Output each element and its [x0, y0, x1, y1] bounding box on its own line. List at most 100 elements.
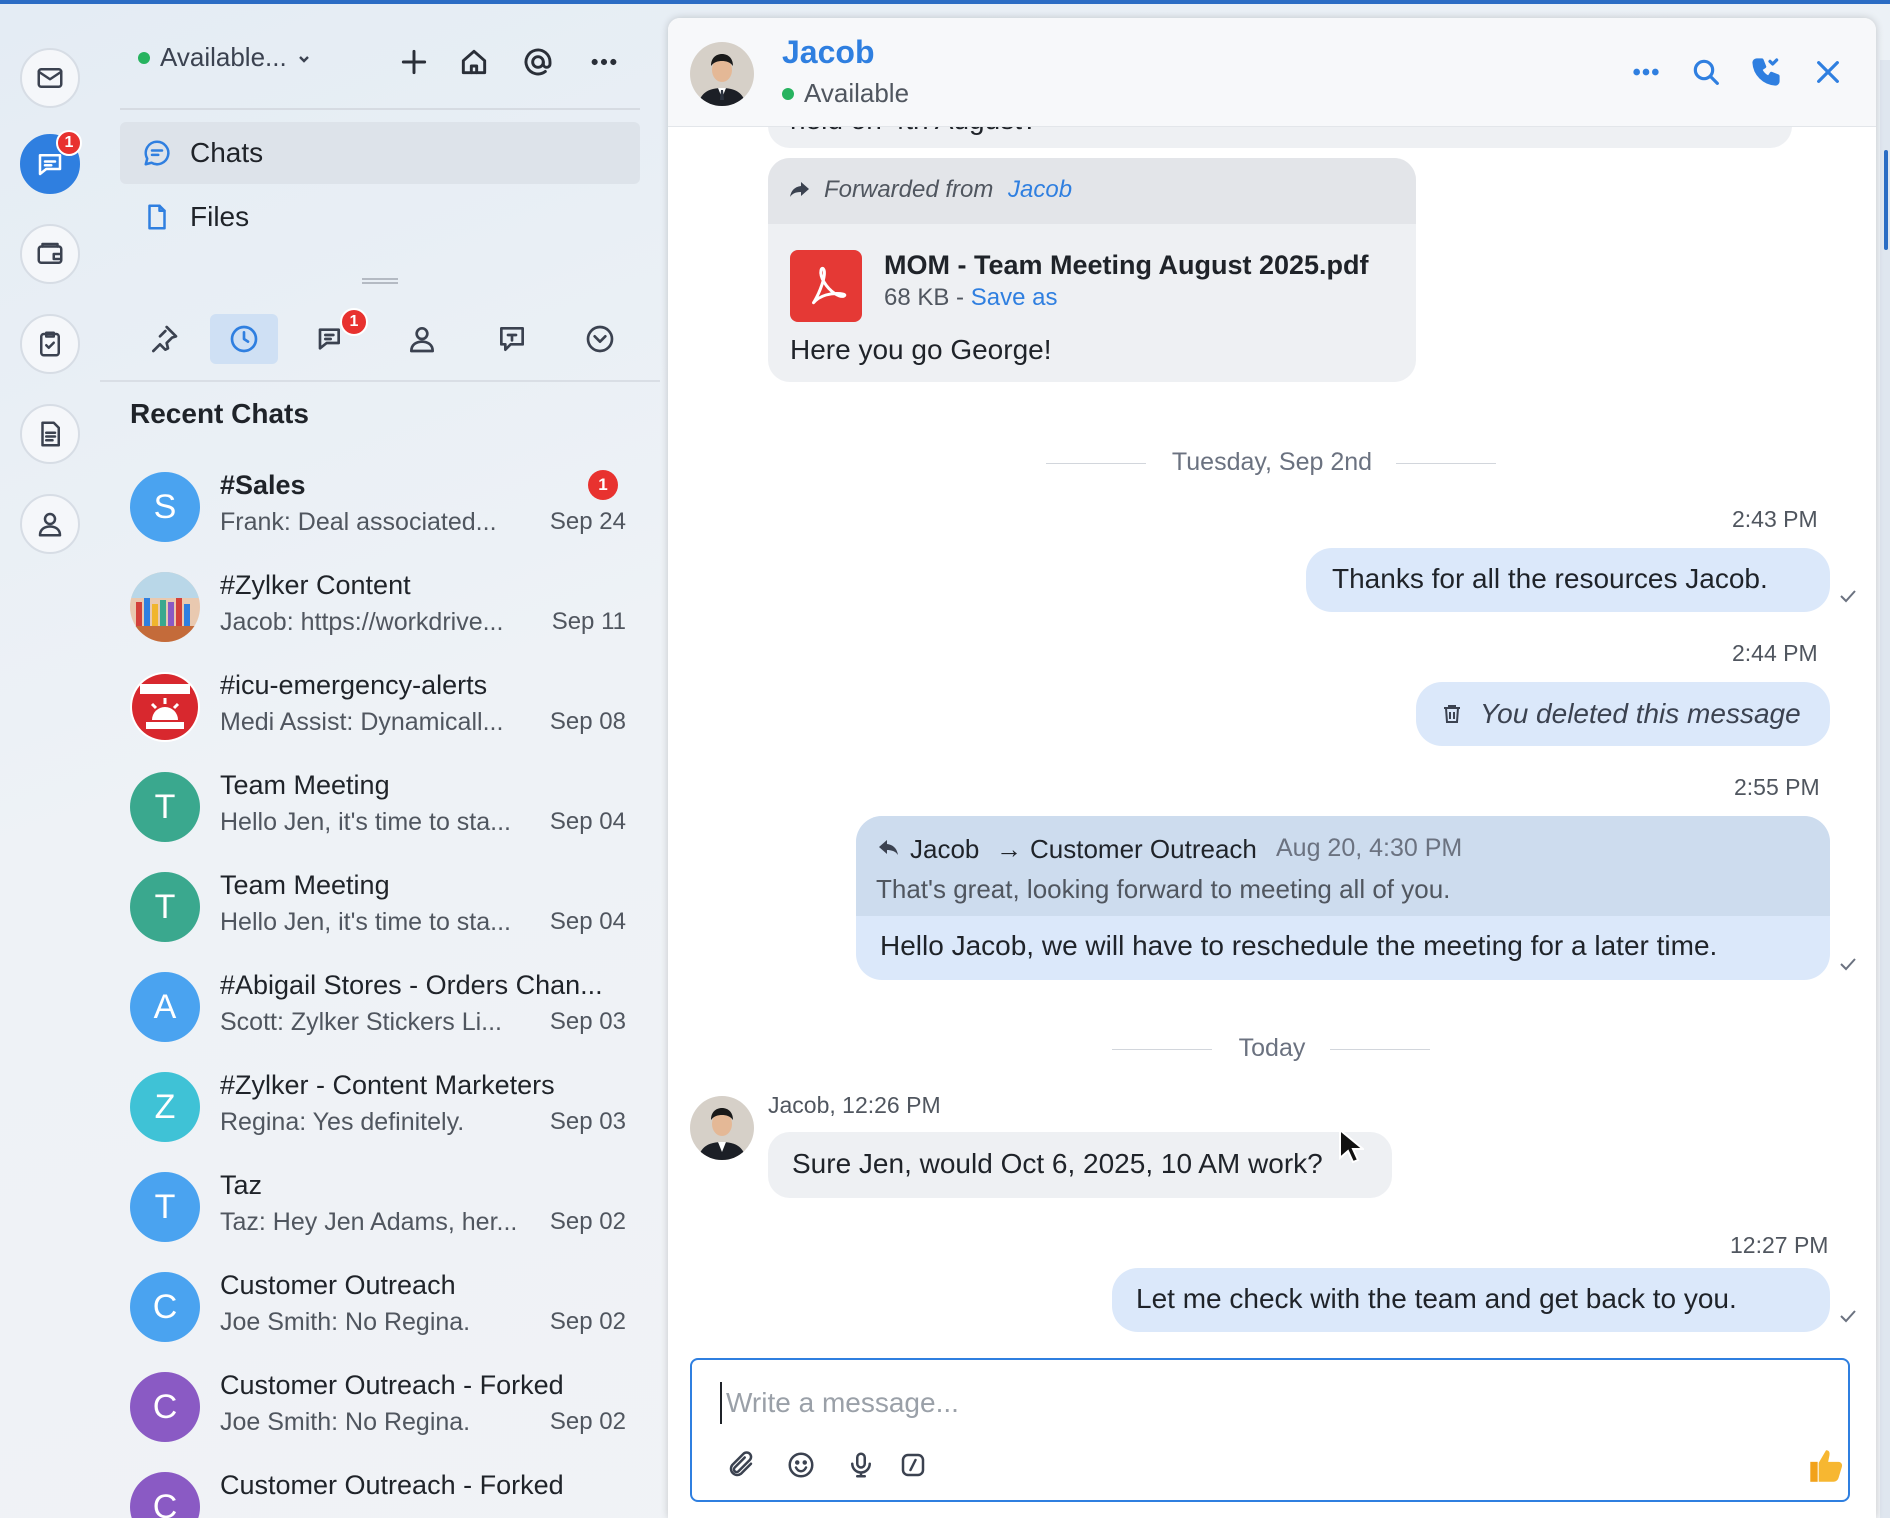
mail-icon [37, 68, 63, 88]
message-sender: Jacob, 12:26 PM [768, 1092, 941, 1118]
chat-row[interactable]: S #Sales 1 Frank: Deal associated... Sep… [100, 466, 660, 566]
message-input[interactable] [720, 1382, 1728, 1424]
quoted-message[interactable]: Jacob → Customer Outreach Aug 20, 4:30 P… [856, 816, 1830, 916]
microphone-icon [851, 1452, 871, 1478]
avatar[interactable] [690, 42, 754, 106]
thumbs-up-button[interactable] [1802, 1442, 1848, 1488]
rail-mail-button[interactable] [20, 48, 80, 108]
file-meta: 68 KB - Save as [884, 284, 1057, 312]
more-options-button[interactable] [584, 42, 624, 82]
filter-channels[interactable] [478, 314, 546, 364]
chat-date: Sep 11 [551, 608, 626, 635]
avatar[interactable] [690, 1096, 754, 1160]
chat-row[interactable]: C Customer Outreach - Forked Joe Smith: … [100, 1366, 660, 1466]
wallet-icon [37, 242, 63, 264]
chat-preview: Hello Jen, it's time to sta... [220, 908, 511, 936]
filter-contacts[interactable] [388, 314, 456, 364]
home-icon [461, 49, 487, 75]
chat-row[interactable]: C Customer Outreach - Forked [100, 1466, 660, 1518]
day-separator-label: Today [1238, 1034, 1306, 1062]
rail-wallet-button[interactable] [20, 224, 80, 284]
avatar [130, 672, 200, 742]
new-chat-button[interactable] [394, 42, 434, 82]
chat-preview: Frank: Deal associated... [220, 508, 497, 536]
sent-check-icon [1838, 956, 1858, 972]
person-icon [38, 512, 62, 537]
chat-row[interactable]: T Team Meeting Hello Jen, it's time to s… [100, 866, 660, 966]
chat-row[interactable]: A #Abigail Stores - Orders Chan... Scott… [100, 966, 660, 1066]
nav-files[interactable]: Files [120, 186, 640, 248]
file-icon [148, 204, 166, 230]
avatar: T [130, 1172, 200, 1242]
contact-status-label: Available [804, 78, 910, 108]
content-channel-image [130, 572, 200, 642]
chat-row[interactable]: T Taz Taz: Hey Jen Adams, her... Sep 02 [100, 1166, 660, 1266]
outgoing-message[interactable]: Thanks for all the resources Jacob. [1306, 548, 1830, 612]
conversation-more-button[interactable] [1626, 52, 1666, 92]
slash-command-icon [901, 1453, 925, 1477]
separator-line [1396, 463, 1496, 464]
contact-name[interactable]: Jacob [782, 34, 874, 71]
file-name[interactable]: MOM - Team Meeting August 2025.pdf [884, 250, 1369, 281]
channel-icon [500, 327, 524, 351]
chat-row[interactable]: C Customer Outreach Joe Smith: No Regina… [100, 1266, 660, 1366]
outgoing-message[interactable]: Let me check with the team and get back … [1112, 1268, 1830, 1332]
deleted-message[interactable]: You deleted this message [1416, 682, 1830, 746]
quote-channel: Customer Outreach [1030, 834, 1257, 864]
attach-button[interactable] [722, 1446, 760, 1484]
message-time: 12:27 PM [1730, 1232, 1829, 1258]
online-dot [782, 87, 794, 100]
chat-row[interactable]: T Team Meeting Hello Jen, it's time to s… [100, 766, 660, 866]
chat-name: #icu-emergency-alerts [220, 670, 488, 700]
mentions-button[interactable] [518, 42, 558, 82]
forwarded-message[interactable]: Forwarded from Jacob MOM - Team Meeting … [768, 158, 1416, 382]
status-selector[interactable]: Available... [138, 42, 311, 73]
chat-name: #Sales [220, 470, 306, 500]
pdf-file-icon[interactable] [790, 250, 862, 322]
trash-icon [1444, 705, 1460, 723]
reply-message[interactable]: Jacob → Customer Outreach Aug 20, 4:30 P… [856, 816, 1830, 980]
rail-tasks-button[interactable] [20, 314, 80, 374]
chevron-circle-icon [586, 325, 614, 353]
close-button[interactable] [1808, 52, 1848, 92]
home-button[interactable] [454, 42, 494, 82]
resize-grip[interactable] [362, 278, 398, 284]
rail-notes-button[interactable] [20, 404, 80, 464]
chat-date: Sep 24 [549, 508, 626, 535]
chat-row[interactable]: #Zylker Content Jacob: https://workdrive… [100, 566, 660, 666]
paperclip-icon [729, 1451, 753, 1477]
filter-more[interactable] [566, 314, 634, 364]
message-list[interactable]: held on 4th August? Forwarded from Jacob… [668, 126, 1876, 1356]
recent-chat-list[interactable]: S #Sales 1 Frank: Deal associated... Sep… [100, 466, 660, 1518]
search-button[interactable] [1686, 52, 1726, 92]
chat-preview: Taz: Hey Jen Adams, her... [220, 1208, 518, 1236]
contact-icon [410, 327, 434, 353]
chat-name: Team Meeting [220, 770, 390, 800]
plus-icon [401, 49, 427, 75]
save-as-link[interactable]: Save as [971, 284, 1058, 311]
filter-chats[interactable]: 1 [298, 308, 368, 364]
filter-recent[interactable] [210, 314, 278, 364]
message-text: Hello Jacob, we will have to reschedule … [880, 930, 1718, 961]
avatar: Z [130, 1072, 200, 1142]
contact-status: Available [782, 78, 909, 109]
incoming-message[interactable]: held on 4th August? [768, 126, 1792, 148]
chat-row[interactable]: Z #Zylker - Content Marketers Regina: Ye… [100, 1066, 660, 1166]
emoji-button[interactable] [782, 1446, 820, 1484]
rail-contacts-button[interactable] [20, 494, 80, 554]
rail-chat-button[interactable]: 1 [20, 130, 82, 194]
forward-source-link[interactable]: Jacob [1008, 176, 1072, 204]
status-label: Available... [160, 42, 287, 72]
filter-divider [100, 380, 660, 382]
call-button[interactable] [1746, 52, 1786, 92]
voice-note-button[interactable] [842, 1446, 880, 1484]
incoming-message[interactable]: Sure Jen, would Oct 6, 2025, 10 AM work? [768, 1132, 1392, 1198]
chat-row[interactable]: #icu-emergency-alerts Medi Assist: Dynam… [100, 666, 660, 766]
filter-pinned[interactable] [130, 314, 198, 364]
quote-author: Jacob [910, 834, 980, 864]
conversation-window: Jacob Available held on 4th August? [668, 18, 1876, 1518]
slash-command-button[interactable] [894, 1446, 932, 1484]
nav-chats[interactable]: Chats [120, 122, 640, 184]
contact-photo [690, 42, 754, 106]
smile-icon [788, 1452, 814, 1478]
